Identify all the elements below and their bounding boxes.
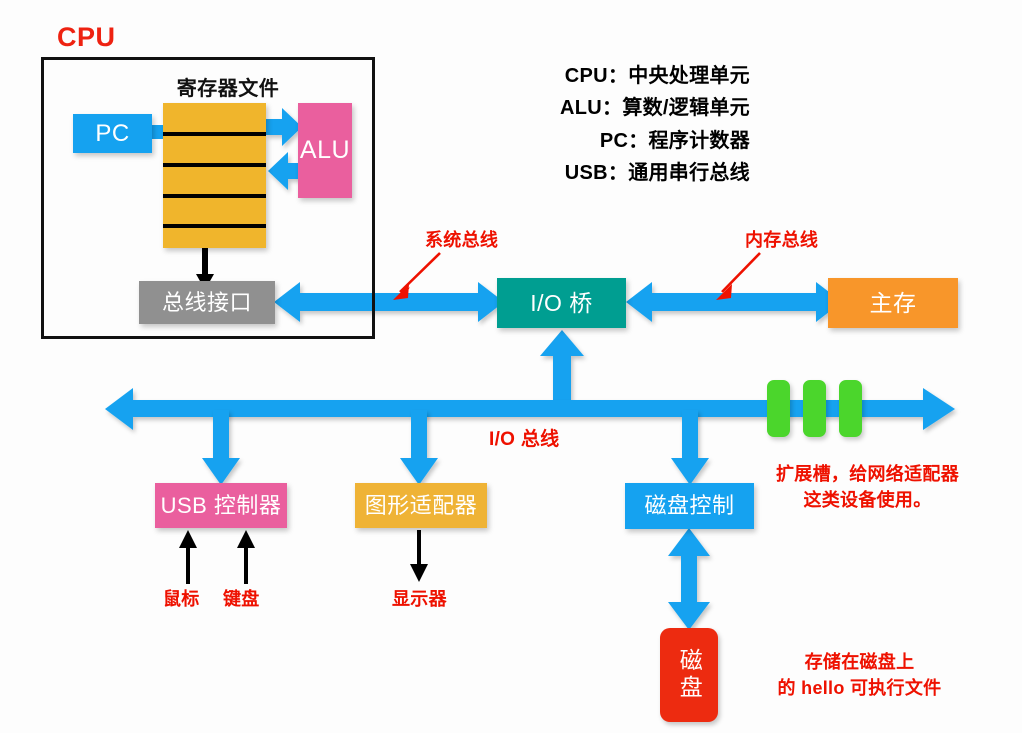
mouse-label: 鼠标: [163, 589, 200, 609]
main-memory[interactable]: 主存: [828, 278, 958, 328]
register-file-title: 寄存器文件: [176, 78, 280, 100]
arrow-iobus-to-usb: [202, 410, 240, 485]
arrow-iobus-to-graphics: [400, 410, 438, 485]
register-file: [163, 103, 266, 248]
io-bus-label: I/O 总线: [489, 429, 560, 450]
disk-annotation: 存储在磁盘上 的 hello 可执行文件: [752, 650, 967, 701]
arrow-iobridge-to-iobus: [540, 330, 584, 410]
diagram-canvas: CPU 寄存器文件 PC ALU 总线接口 CPU：中央处理单元 ALU：算数/…: [0, 0, 1022, 733]
legend-desc: 中央处理单元: [628, 65, 750, 87]
memory-bus-label: 内存总线: [745, 230, 819, 250]
legend-desc: 通用串行总线: [628, 162, 750, 185]
legend-row: PC：程序计数器: [430, 125, 750, 157]
legend-row: CPU：中央处理单元: [430, 60, 750, 92]
pointer-system-bus: [393, 252, 441, 300]
expansion-slot-1[interactable]: [767, 380, 790, 437]
io-bridge[interactable]: I/O 桥: [497, 278, 626, 328]
bus-interface[interactable]: 总线接口: [139, 281, 275, 324]
expansion-slot-3[interactable]: [839, 380, 862, 437]
legend-term: ALU：: [560, 97, 623, 120]
disk-controller[interactable]: 磁盘控制: [625, 483, 754, 529]
expansion-slot-annotation: 扩展槽，给网络适配器 这类设备使用。: [755, 462, 980, 513]
system-bus-label: 系统总线: [425, 230, 499, 250]
pc-register[interactable]: PC: [73, 114, 152, 153]
legend-desc: 程序计数器: [648, 129, 750, 152]
abbreviation-legend: CPU：中央处理单元 ALU：算数/逻辑单元 PC：程序计数器 USB：通用串行…: [430, 60, 750, 190]
legend-desc: 算数/逻辑单元: [622, 97, 750, 120]
display-label: 显示器: [392, 589, 447, 609]
graphics-adapter[interactable]: 图形适配器: [355, 483, 487, 528]
arrow-graphics-to-display: [410, 530, 428, 582]
legend-term: USB：: [564, 162, 629, 185]
arrow-iobus-to-disk-controller: [671, 410, 709, 485]
expansion-annotation-line-2: 这类设备使用。: [803, 489, 932, 510]
legend-row: USB：通用串行总线: [430, 157, 750, 189]
pointer-memory-bus: [716, 252, 761, 300]
expansion-slot-2[interactable]: [803, 380, 826, 437]
disk-device[interactable]: 磁盘: [660, 628, 718, 722]
disk-annotation-line-1: 存储在磁盘上: [804, 652, 915, 672]
legend-row: ALU：算数/逻辑单元: [430, 92, 750, 124]
cpu-title: CPU: [57, 22, 116, 52]
arrow-disk-controller-to-disk: [668, 528, 710, 630]
disk-annotation-line-2: 的 hello 可执行文件: [777, 677, 942, 698]
arrow-memory-bus: [626, 282, 842, 322]
legend-term: PC：: [599, 129, 649, 152]
alu-unit[interactable]: ALU: [298, 103, 352, 198]
legend-term: CPU：: [564, 65, 629, 87]
io-bus-line: [105, 388, 955, 430]
arrow-mouse-to-usb: [179, 530, 197, 584]
expansion-annotation-line-1: 扩展槽，给网络适配器: [776, 464, 959, 484]
arrow-keyboard-to-usb: [237, 530, 255, 584]
usb-controller[interactable]: USB 控制器: [155, 483, 287, 528]
keyboard-label: 键盘: [223, 589, 260, 609]
